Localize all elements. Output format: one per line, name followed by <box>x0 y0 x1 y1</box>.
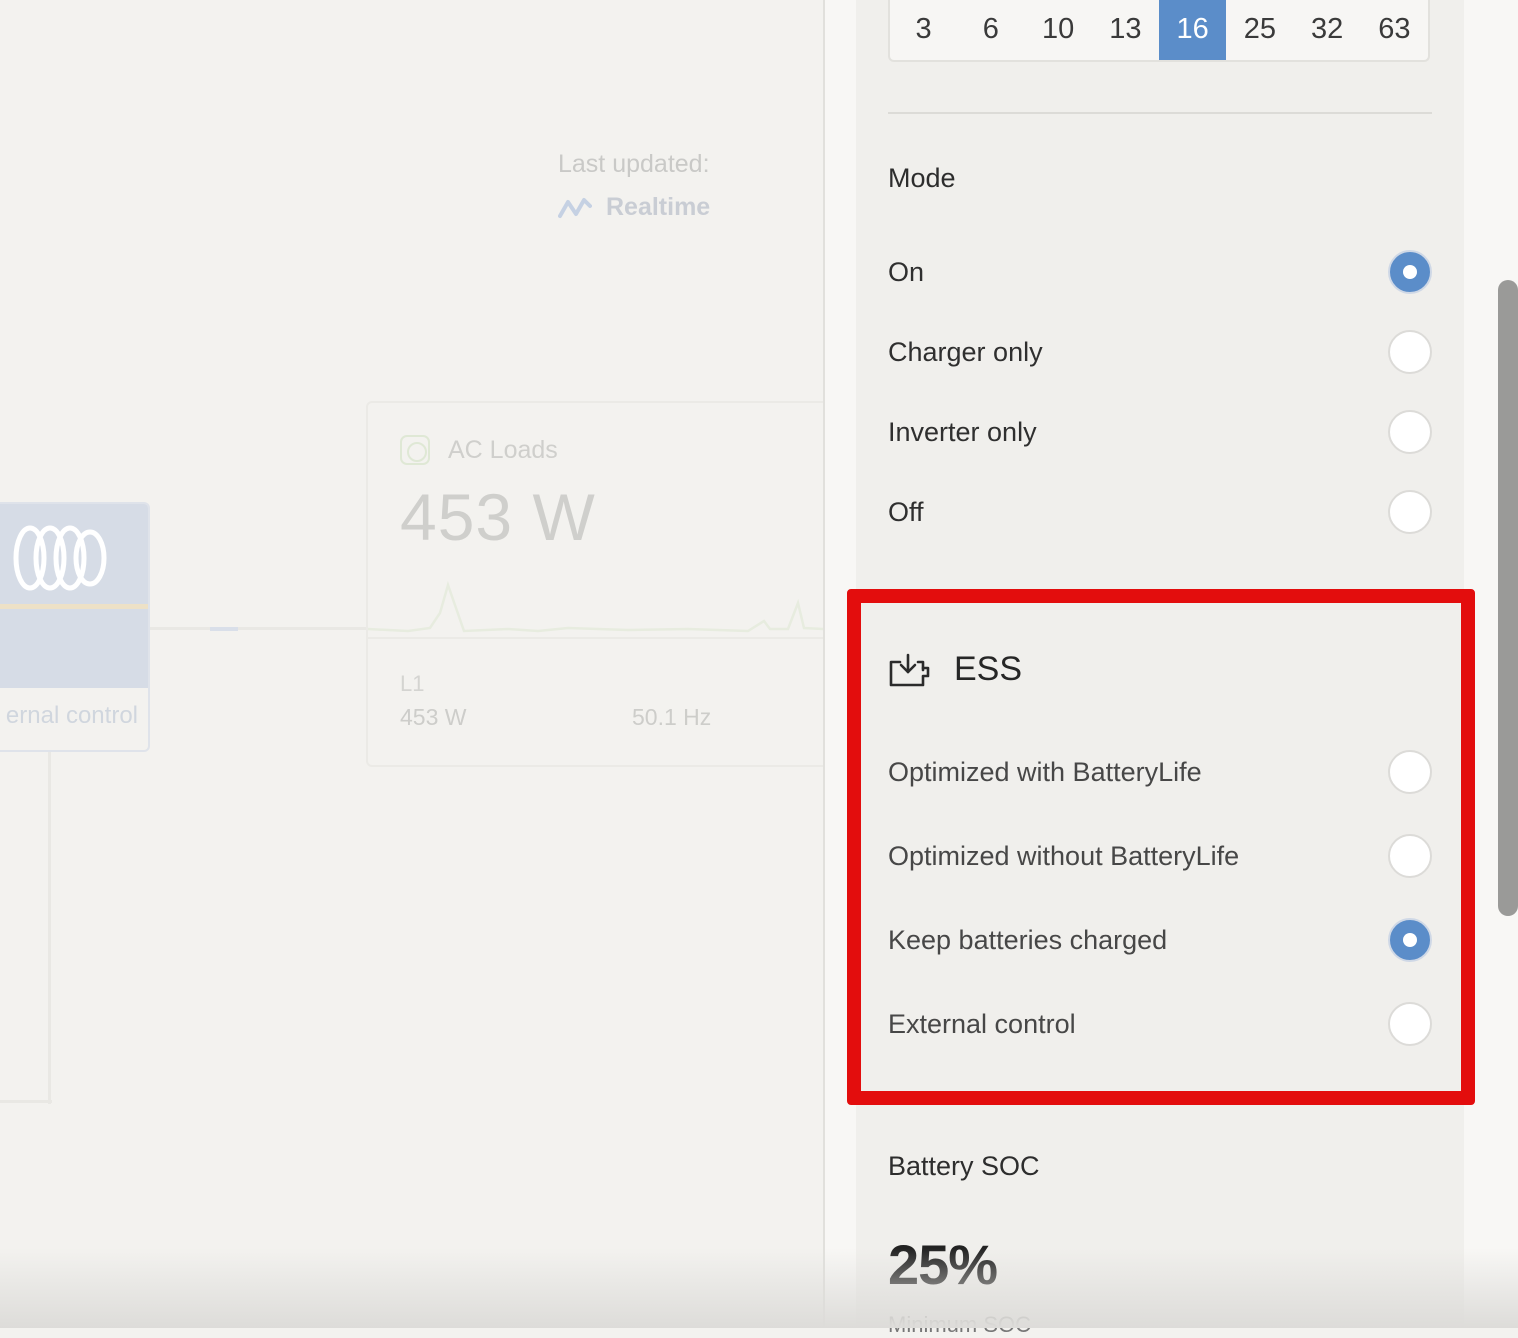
wire <box>48 748 51 1104</box>
option-label: Off <box>888 496 924 527</box>
last-updated-label: Last updated: <box>558 150 710 178</box>
ac-loads-card[interactable]: AC Loads 453 W L1 453 W 50.1 Hz <box>366 401 823 767</box>
current-limit-option[interactable]: 13 <box>1092 0 1159 60</box>
mode-option-row[interactable]: Charger only <box>888 327 1432 377</box>
ac-loads-value: 453 W <box>400 480 596 554</box>
phase-label: L1 <box>400 671 425 696</box>
phase-power: 453 W <box>400 704 467 730</box>
scrollbar-thumb[interactable] <box>1498 280 1518 916</box>
inverter-stripe <box>0 604 148 609</box>
option-label: Inverter only <box>888 416 1037 447</box>
victron-logo-icon <box>13 525 107 591</box>
ac-loads-title: AC Loads <box>448 436 558 464</box>
wire <box>0 1100 52 1103</box>
section-divider <box>888 112 1432 114</box>
current-limit-option[interactable]: 25 <box>1226 0 1293 60</box>
inverter-card[interactable]: ernal control <box>0 502 150 752</box>
ess-highlight-box <box>847 589 1475 1105</box>
wire-flow <box>210 627 238 631</box>
radio-button[interactable] <box>1388 250 1432 294</box>
option-label: On <box>888 256 925 287</box>
wire <box>146 627 368 630</box>
ac-loads-sparkline <box>368 580 823 633</box>
realtime-indicator[interactable]: Realtime <box>558 193 710 222</box>
mode-option-row[interactable]: On <box>888 247 1432 297</box>
realtime-label: Realtime <box>606 193 711 221</box>
dashboard-background: Last updated: Realtime ernal control AC … <box>0 0 823 1328</box>
realtime-wave-icon <box>558 197 592 218</box>
mode-option-row[interactable]: Inverter only <box>888 407 1432 457</box>
radio-button[interactable] <box>1388 410 1432 454</box>
current-limit-option[interactable]: 10 <box>1025 0 1092 60</box>
mode-option-row[interactable]: Off <box>888 487 1432 537</box>
card-divider <box>368 637 823 639</box>
mode-title: Mode <box>888 163 956 193</box>
current-limit-option[interactable]: 63 <box>1361 0 1428 60</box>
radio-button[interactable] <box>1388 490 1432 534</box>
phase-frequency: 50.1 Hz <box>632 704 712 730</box>
current-limit-option[interactable]: 32 <box>1294 0 1361 60</box>
option-label: Charger only <box>888 336 1043 367</box>
radio-button[interactable] <box>1388 330 1432 374</box>
current-limit-option[interactable]: 16 <box>1159 0 1227 60</box>
bottom-shade <box>0 1248 1518 1328</box>
current-limit-selector: 3 6 10 13 16 25 32 63 <box>888 0 1430 62</box>
socket-icon <box>400 435 430 465</box>
inverter-card-header <box>0 504 148 688</box>
inverter-mode-text: ernal control <box>5 702 138 729</box>
battery-soc-title: Battery SOC <box>888 1151 1040 1181</box>
current-limit-option[interactable]: 6 <box>957 0 1024 60</box>
current-limit-option[interactable]: 3 <box>890 0 957 60</box>
